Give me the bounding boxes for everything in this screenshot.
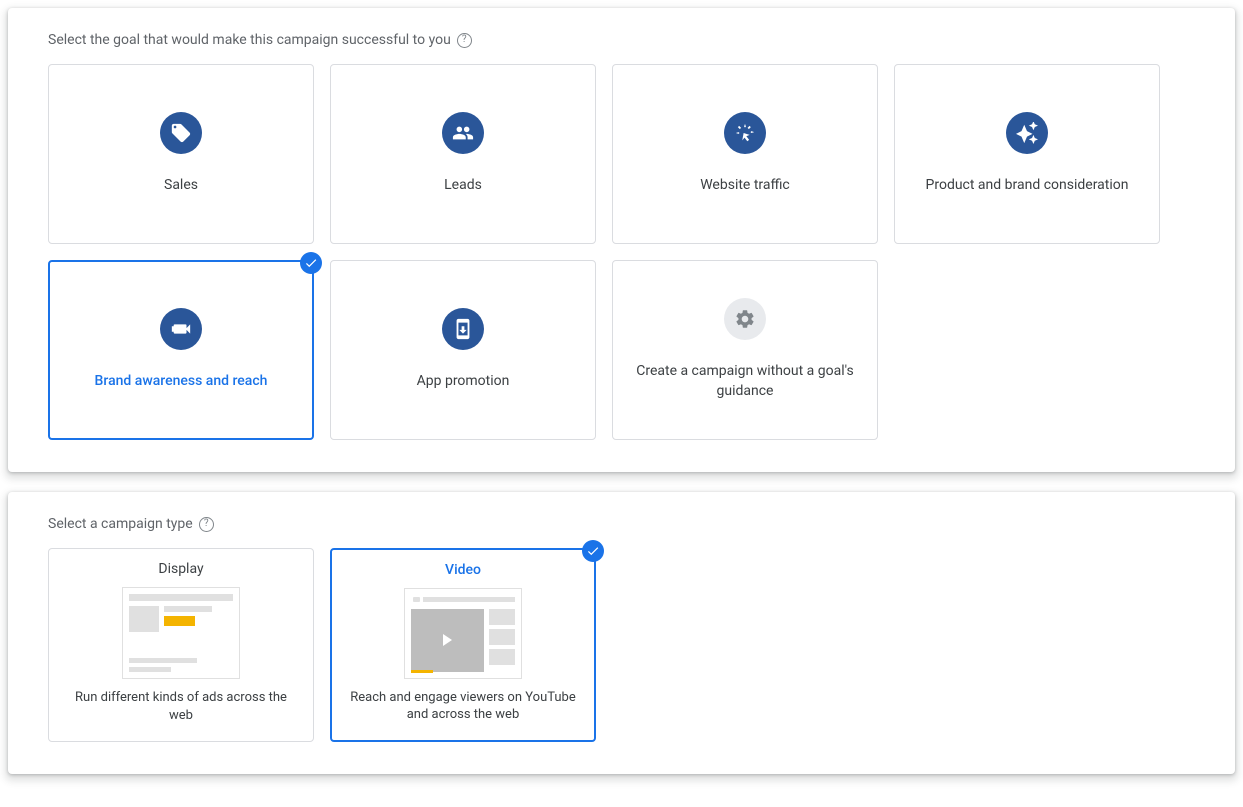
type-header-text: Select a campaign type bbox=[48, 516, 193, 532]
type-card-desc: Reach and engage viewers on YouTube and … bbox=[350, 689, 576, 724]
help-icon[interactable]: ? bbox=[457, 33, 472, 48]
goal-selection-panel: Select the goal that would make this cam… bbox=[8, 8, 1235, 472]
goal-card-label: Brand awareness and reach bbox=[95, 372, 268, 392]
gear-icon bbox=[724, 298, 766, 340]
goal-card-label: Product and brand consideration bbox=[926, 176, 1129, 196]
display-thumbnail-icon bbox=[122, 587, 240, 679]
cursor-click-icon bbox=[724, 112, 766, 154]
type-card-title: Video bbox=[445, 562, 481, 578]
goal-card-people[interactable]: Leads bbox=[330, 64, 596, 244]
goal-card-tag[interactable]: Sales bbox=[48, 64, 314, 244]
goal-card-sparkle[interactable]: Product and brand consideration bbox=[894, 64, 1160, 244]
goal-card-label: Leads bbox=[444, 176, 482, 196]
tag-icon bbox=[160, 112, 202, 154]
selected-check-icon bbox=[300, 252, 322, 274]
goal-card-label: Sales bbox=[164, 176, 198, 196]
type-card-title: Display bbox=[158, 561, 203, 577]
megaphone-icon bbox=[160, 308, 202, 350]
goal-card-label: Website traffic bbox=[700, 176, 790, 196]
people-icon bbox=[442, 112, 484, 154]
goal-grid: Sales Leads Website traffic Product and bra… bbox=[48, 64, 1195, 440]
goal-header-text: Select the goal that would make this cam… bbox=[48, 32, 451, 48]
goal-card-megaphone[interactable]: Brand awareness and reach bbox=[48, 260, 314, 440]
goal-section-header: Select the goal that would make this cam… bbox=[48, 32, 1195, 48]
goal-card-label: App promotion bbox=[417, 372, 510, 392]
sparkle-icon bbox=[1006, 112, 1048, 154]
goal-card-phone-download[interactable]: App promotion bbox=[330, 260, 596, 440]
goal-card-gear[interactable]: Create a campaign without a goal's guida… bbox=[612, 260, 878, 440]
campaign-type-card-display[interactable]: Display Run different kinds of ads across… bbox=[48, 548, 314, 742]
goal-card-label: Create a campaign without a goal's guida… bbox=[633, 362, 857, 401]
help-icon[interactable]: ? bbox=[199, 517, 214, 532]
type-grid: Display Run different kinds of ads across… bbox=[48, 548, 1195, 742]
video-thumbnail-icon bbox=[404, 588, 522, 679]
campaign-type-panel: Select a campaign type ? Display Run diff… bbox=[8, 492, 1235, 774]
type-section-header: Select a campaign type ? bbox=[48, 516, 1195, 532]
campaign-type-card-video[interactable]: Video Reach and engage viewers on YouTube… bbox=[330, 548, 596, 742]
goal-card-cursor-click[interactable]: Website traffic bbox=[612, 64, 878, 244]
phone-download-icon bbox=[442, 308, 484, 350]
type-card-desc: Run different kinds of ads across the we… bbox=[67, 689, 295, 724]
selected-check-icon bbox=[582, 540, 604, 562]
